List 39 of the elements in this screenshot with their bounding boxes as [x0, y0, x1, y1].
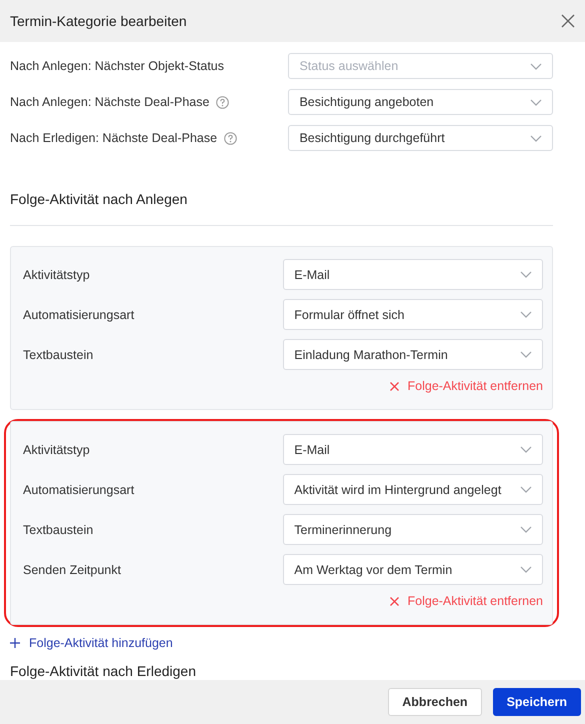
- chevron-down-icon: [520, 311, 532, 318]
- dropdown[interactable]: Einladung Marathon-Termin: [283, 339, 543, 370]
- cancel-button[interactable]: Abbrechen: [388, 688, 482, 716]
- field-label: Nach Erledigen: Nächste Deal-Phase: [10, 131, 218, 145]
- section-heading: Folge-Aktivität nach Anlegen: [10, 191, 188, 209]
- field-label: Textbaustein: [23, 348, 94, 362]
- field-label: Automatisierungsart: [23, 308, 134, 322]
- plus-icon: [10, 638, 20, 648]
- dropdown[interactable]: Formular öffnet sich: [283, 299, 543, 330]
- chevron-down-icon: [520, 526, 532, 533]
- chevron-down-icon: [520, 351, 532, 358]
- chevron-down-icon: [520, 486, 532, 493]
- chevron-down-icon: [520, 271, 532, 278]
- dropdown[interactable]: Aktivität wird im Hintergrund angelegt: [283, 474, 543, 505]
- section-heading: Folge-Aktivität nach Erledigen: [10, 663, 197, 681]
- add-link[interactable]: Folge-Aktivität hinzufügen: [10, 636, 173, 650]
- chevron-down-icon: [530, 98, 542, 106]
- dropdown[interactable]: Am Werktag vor dem Termin: [283, 554, 543, 585]
- field-label: Textbaustein: [23, 522, 94, 536]
- save-button[interactable]: Speichern: [492, 688, 581, 716]
- close-icon: [390, 382, 398, 390]
- field-label: Senden Zeitpunkt: [23, 562, 121, 576]
- chevron-down-icon: [530, 134, 542, 142]
- dropdown[interactable]: Besichtigung durchgeführt: [288, 125, 553, 151]
- field-label: Automatisierungsart: [23, 482, 134, 496]
- chevron-down-icon: [520, 446, 532, 453]
- dialog-title: Termin-Kategorie bearbeiten: [10, 13, 187, 29]
- dropdown[interactable]: Terminerinnerung: [283, 514, 543, 545]
- close-icon: [390, 596, 398, 606]
- dropdown[interactable]: E-Mail: [283, 259, 543, 290]
- field-label: Nach Anlegen: Nächster Objekt-Status: [10, 59, 224, 73]
- dropdown[interactable]: E-Mail: [283, 434, 543, 465]
- dropdown[interactable]: Besichtigung angeboten: [288, 89, 553, 115]
- field-label: Aktivitätstyp: [23, 442, 90, 456]
- field-label: Aktivitätstyp: [23, 268, 90, 282]
- chevron-down-icon: [530, 62, 542, 70]
- chevron-down-icon: [520, 566, 532, 573]
- field-label: Nach Anlegen: Nächste Deal-Phase: [10, 95, 210, 109]
- close-icon: [561, 14, 575, 28]
